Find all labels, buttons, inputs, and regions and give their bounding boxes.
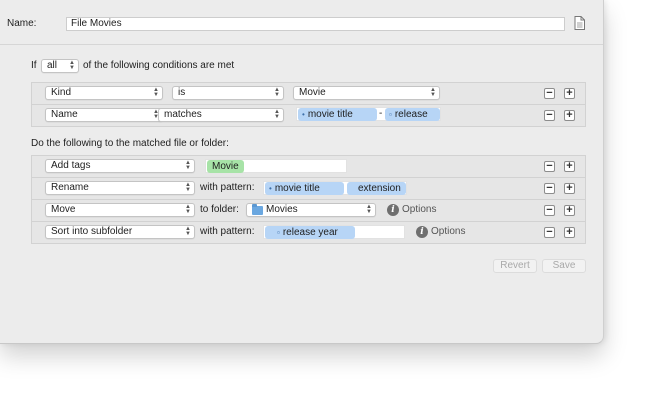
pattern-token[interactable]: ▫ release year <box>265 226 355 239</box>
chevron-updown-icon: ▲ ▼ <box>430 87 436 98</box>
save-button[interactable]: Save <box>542 259 586 273</box>
add-action-button[interactable]: + <box>564 183 575 194</box>
row-divider <box>31 177 586 178</box>
action-select[interactable]: Add tags ▲ ▼ <box>45 159 195 173</box>
action-select[interactable]: Move ▲ ▼ <box>45 203 195 217</box>
token-dot-icon: • <box>302 110 305 119</box>
add-condition-button[interactable]: + <box>564 110 575 121</box>
chevron-updown-icon: ▲ ▼ <box>185 204 191 215</box>
rule-editor-panel: Name: File Movies If all ▲ ▼ of the follo… <box>0 0 604 344</box>
info-icon[interactable]: i <box>387 204 399 216</box>
action-select-value: Move <box>51 204 76 215</box>
condition-operator-value: matches <box>164 109 202 120</box>
chevron-updown-icon: ▲ ▼ <box>274 109 280 120</box>
conditions-prefix: If <box>31 60 37 71</box>
chevron-updown-icon: ▲ ▼ <box>274 87 280 98</box>
header-divider <box>0 44 603 45</box>
tag-chip[interactable]: Movie <box>207 160 244 173</box>
destination-folder-value: Movies <box>266 204 298 215</box>
remove-action-button[interactable]: − <box>544 161 555 172</box>
name-label: Name: <box>7 18 37 29</box>
pattern-token[interactable]: • movie title <box>265 182 344 195</box>
conditions-suffix: of the following conditions are met <box>83 60 235 71</box>
chevron-updown-icon: ▲ ▼ <box>69 60 75 71</box>
action-select[interactable]: Rename ▲ ▼ <box>45 181 195 195</box>
move-folder-label: to folder: <box>200 204 239 215</box>
remove-condition-button[interactable]: − <box>544 110 555 121</box>
condition-attribute-select[interactable]: Name ▲ ▼ <box>45 108 163 122</box>
info-icon[interactable]: i <box>416 226 428 238</box>
pattern-token-label: movie title <box>307 109 353 120</box>
condition-operator-select[interactable]: matches ▲ ▼ <box>158 108 284 122</box>
pattern-token[interactable]: ▫ release <box>385 108 440 121</box>
action-select-value: Add tags <box>51 160 91 171</box>
pattern-token[interactable]: extension <box>347 182 406 195</box>
match-mode-value: all <box>47 60 58 71</box>
row-divider <box>31 104 586 105</box>
condition-attribute-select[interactable]: Kind ▲ ▼ <box>45 86 163 100</box>
token-dot-icon: ▫ <box>389 110 392 119</box>
add-action-button[interactable]: + <box>564 205 575 216</box>
revert-button[interactable]: Revert <box>493 259 537 273</box>
condition-value-select[interactable]: Movie ▲ ▼ <box>293 86 440 100</box>
document-icon[interactable] <box>574 16 585 30</box>
add-action-button[interactable]: + <box>564 227 575 238</box>
token-dot-icon: • <box>269 184 272 193</box>
add-condition-button[interactable]: + <box>564 88 575 99</box>
pattern-token-label: movie title <box>274 183 320 194</box>
token-dot-icon: ▫ <box>277 228 280 237</box>
add-action-button[interactable]: + <box>564 161 575 172</box>
pattern-token-label: release <box>394 109 428 120</box>
actions-heading: Do the following to the matched file or … <box>31 138 229 149</box>
remove-action-button[interactable]: − <box>544 227 555 238</box>
rename-pattern-label: with pattern: <box>200 182 255 193</box>
row-divider <box>31 221 586 222</box>
remove-condition-button[interactable]: − <box>544 88 555 99</box>
chevron-updown-icon: ▲ ▼ <box>185 160 191 171</box>
pattern-joiner: - <box>379 108 383 119</box>
row-divider <box>31 199 586 200</box>
destination-folder-select[interactable]: Movies ▲ ▼ <box>246 203 376 217</box>
action-select-value: Rename <box>51 182 89 193</box>
action-select[interactable]: Sort into subfolder ▲ ▼ <box>45 225 195 239</box>
match-mode-select[interactable]: all ▲ ▼ <box>41 59 79 73</box>
chevron-updown-icon: ▲ ▼ <box>185 182 191 193</box>
pattern-token-label: release year <box>282 227 338 238</box>
pattern-token[interactable]: • movie title <box>298 108 377 121</box>
chevron-updown-icon: ▲ ▼ <box>153 87 159 98</box>
remove-action-button[interactable]: − <box>544 205 555 216</box>
condition-attribute-value: Kind <box>51 87 72 98</box>
subfolder-options-link[interactable]: Options <box>431 225 465 239</box>
condition-value-text: Movie <box>299 87 326 98</box>
folder-icon <box>252 204 263 215</box>
chevron-updown-icon: ▲ ▼ <box>366 204 372 215</box>
condition-operator-value: is <box>178 87 186 98</box>
remove-action-button[interactable]: − <box>544 183 555 194</box>
chevron-updown-icon: ▲ ▼ <box>185 226 191 237</box>
move-options-link[interactable]: Options <box>402 203 436 217</box>
action-select-value: Sort into subfolder <box>51 226 133 237</box>
condition-attribute-value: Name <box>51 109 78 120</box>
subfolder-pattern-label: with pattern: <box>200 226 255 237</box>
rule-name-field[interactable]: File Movies <box>66 17 565 31</box>
condition-operator-select[interactable]: is ▲ ▼ <box>172 86 284 100</box>
